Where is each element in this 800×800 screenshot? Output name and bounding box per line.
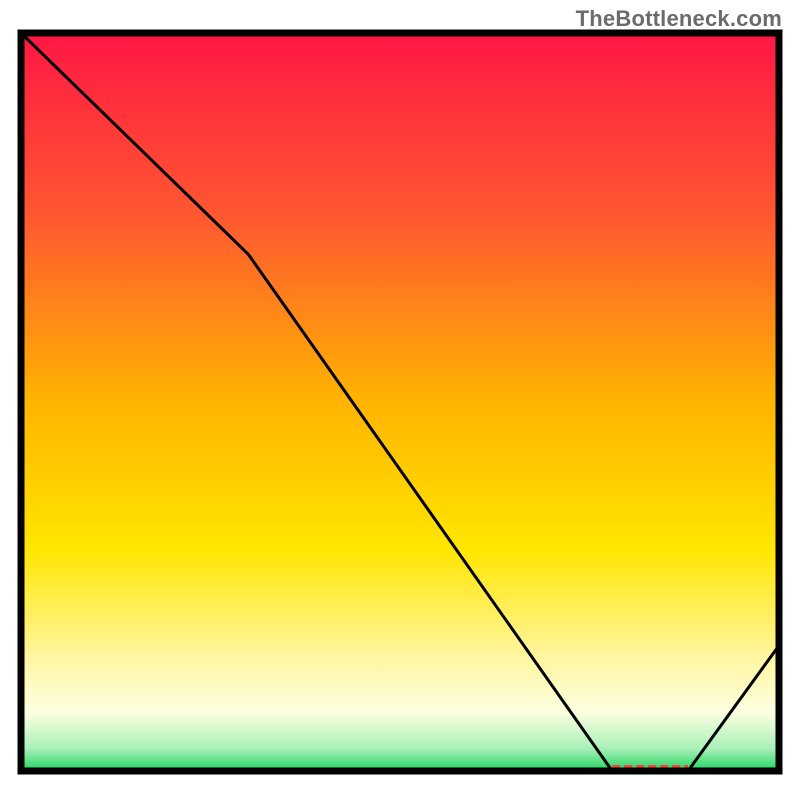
bottleneck-chart — [0, 0, 800, 800]
chart-frame: TheBottleneck.com — [0, 0, 800, 800]
